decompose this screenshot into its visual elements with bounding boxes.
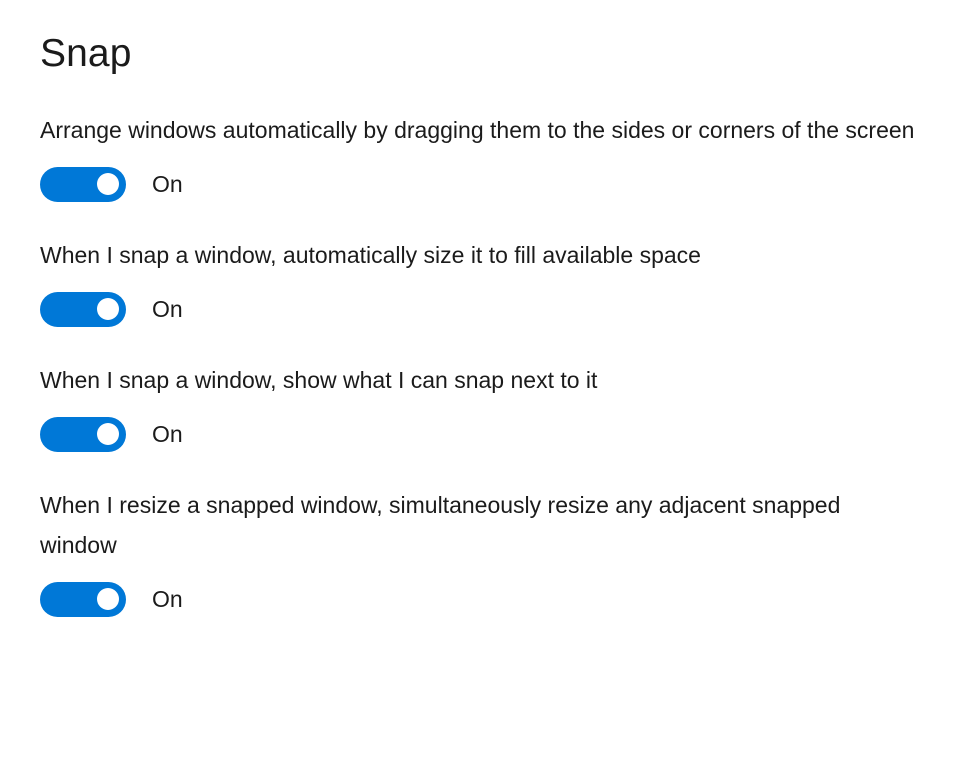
setting-show-what-i-can-snap-next-to: When I snap a window, show what I can sn… <box>40 360 928 452</box>
toggle-resize-adjacent-snapped-window[interactable] <box>40 581 126 617</box>
toggle-state-label: On <box>152 420 183 447</box>
setting-auto-size-to-fill-available-space: When I snap a window, automatically size… <box>40 235 928 327</box>
snap-settings-list: Arrange windows automatically by draggin… <box>40 110 928 617</box>
setting-description: Arrange windows automatically by draggin… <box>40 117 915 143</box>
toggle-auto-size-to-fill-available-space[interactable] <box>40 291 126 327</box>
toggle-row: On <box>40 581 928 617</box>
toggle-arrange-windows-automatically[interactable] <box>40 166 126 202</box>
toggle-knob-icon <box>97 423 119 445</box>
setting-resize-adjacent-snapped-window: When I resize a snapped window, simultan… <box>40 485 928 617</box>
toggle-knob-icon <box>97 298 119 320</box>
setting-description: When I snap a window, show what I can sn… <box>40 367 598 393</box>
toggle-state-label: On <box>152 585 183 612</box>
toggle-state-label: On <box>152 170 183 197</box>
setting-description: When I snap a window, automatically size… <box>40 242 701 268</box>
toggle-row: On <box>40 291 928 327</box>
toggle-state-label: On <box>152 295 183 322</box>
toggle-row: On <box>40 166 928 202</box>
setting-description: When I resize a snapped window, simultan… <box>40 492 841 558</box>
toggle-row: On <box>40 416 928 452</box>
page-title: Snap <box>40 32 132 75</box>
toggle-show-what-i-can-snap-next-to[interactable] <box>40 416 126 452</box>
toggle-knob-icon <box>97 588 119 610</box>
setting-arrange-windows-automatically: Arrange windows automatically by draggin… <box>40 110 928 202</box>
toggle-knob-icon <box>97 173 119 195</box>
snap-settings-page: Snap Arrange windows automatically by dr… <box>0 0 968 782</box>
